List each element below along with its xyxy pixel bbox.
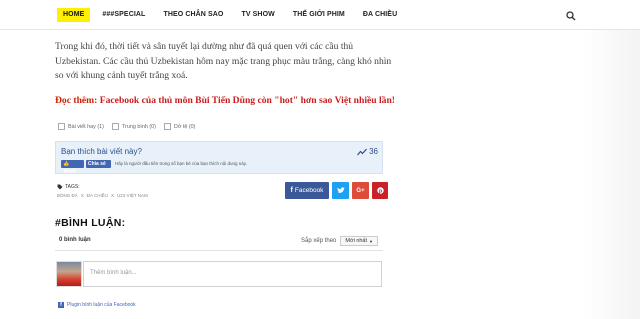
like-note: Hãy là người đầu tiên trong số bạn bè củ…	[115, 161, 247, 166]
like-label: Thích	[63, 169, 77, 175]
nav-item-the-gioi-phim[interactable]: THẾ GIỚI PHIM	[287, 8, 351, 22]
right-gutter	[583, 30, 640, 319]
tag-item[interactable]: ĐA CHIỀU	[87, 193, 108, 198]
share-pinterest-button[interactable]: p	[372, 182, 388, 199]
like-question: Bạn thích bài viết này?	[61, 147, 142, 156]
comment-input[interactable]: Thêm bình luận...	[83, 261, 382, 287]
thumbs-up-icon: 👍	[63, 161, 70, 167]
tag-list: BÓNG ĐÁ X ĐA CHIỀU X U23 VIỆT NAM	[57, 193, 151, 198]
facebook-icon: f	[290, 187, 293, 194]
checkbox[interactable]	[163, 123, 171, 130]
nav-item-theo-chan-sao[interactable]: THEO CHÂN SAO	[157, 8, 229, 22]
tags-label: TAGS:	[65, 184, 80, 190]
nav-item-home[interactable]: HOME	[57, 8, 91, 22]
read-more-label: Đọc thêm:	[55, 95, 98, 106]
facebook-icon: f	[58, 302, 64, 308]
tag-item[interactable]: U23 VIỆT NAM	[117, 193, 148, 198]
twitter-icon	[336, 187, 345, 193]
comment-count: 0 bình luận	[59, 237, 91, 243]
pinterest-icon: p	[376, 187, 384, 194]
tag-separator: X	[80, 193, 84, 198]
nav-item-special[interactable]: ###SPECIAL	[96, 8, 151, 22]
rating-options: Bài viết hay (1) Trung bình (0) Dở tệ (0…	[58, 123, 203, 130]
checkbox[interactable]	[58, 123, 65, 130]
article-paragraph: Trong khi đó, thời tiết và sân tuyết lại…	[55, 41, 392, 81]
tags-heading: TAGS:	[57, 184, 80, 190]
share-facebook-label: Facebook	[294, 187, 324, 194]
share-facebook-button[interactable]: f Facebook	[285, 182, 329, 199]
nav-item-tv-show[interactable]: TV SHOW	[235, 8, 280, 22]
comments-heading: #BÌNH LUẬN:	[55, 217, 126, 229]
caret-down-icon: ▼	[369, 238, 373, 244]
rating-good[interactable]: Bài viết hay (1)	[58, 123, 104, 130]
read-more: Đọc thêm: Facebook của thủ môn Bùi Tiến …	[55, 94, 395, 107]
google-plus-icon: G+	[356, 187, 365, 194]
main-nav: HOME ###SPECIAL THEO CHÂN SAO TV SHOW TH…	[57, 8, 409, 22]
sort-label: Sắp xếp theo	[301, 238, 337, 244]
read-more-link[interactable]: Facebook của thủ môn Bùi Tiến Dũng còn "…	[100, 95, 395, 106]
tag-item[interactable]: BÓNG ĐÁ	[57, 193, 78, 198]
fb-comments-plugin-link[interactable]: f Plugin bình luận của Facebook	[58, 302, 136, 308]
trending-icon	[357, 148, 368, 155]
rating-label: Trung bình (0)	[121, 123, 156, 130]
like-count-value: 36	[369, 147, 378, 156]
plugin-label: Plugin bình luận của Facebook	[67, 302, 136, 308]
share-twitter-button[interactable]	[332, 182, 349, 199]
fb-like-button[interactable]: 👍 Thích	[61, 160, 84, 175]
rating-average[interactable]: Trung bình (0)	[111, 123, 156, 130]
top-navbar: HOME ###SPECIAL THEO CHÂN SAO TV SHOW TH…	[0, 0, 640, 30]
like-box: Bạn thích bài viết này? 36 👍 Thích Chia s…	[55, 141, 383, 175]
fb-share-button[interactable]: Chia sẻ	[86, 160, 111, 168]
avatar	[56, 261, 82, 287]
tag-separator: X	[111, 193, 115, 198]
divider	[55, 250, 383, 251]
tag-icon	[57, 184, 63, 190]
comment-sort: Sắp xếp theo Mới nhất ▼	[301, 236, 378, 246]
like-count: 36	[357, 147, 378, 156]
search-icon[interactable]	[565, 9, 577, 21]
sort-select[interactable]: Mới nhất ▼	[340, 236, 378, 246]
sort-value: Mới nhất	[345, 238, 368, 244]
checkbox[interactable]	[111, 123, 119, 130]
rating-label: Dở tệ (0)	[173, 123, 196, 130]
rating-bad[interactable]: Dở tệ (0)	[163, 123, 196, 130]
nav-item-da-chieu[interactable]: ĐA CHIỀU	[357, 8, 403, 22]
share-google-plus-button[interactable]: G+	[352, 182, 369, 199]
rating-label: Bài viết hay (1)	[68, 123, 104, 130]
